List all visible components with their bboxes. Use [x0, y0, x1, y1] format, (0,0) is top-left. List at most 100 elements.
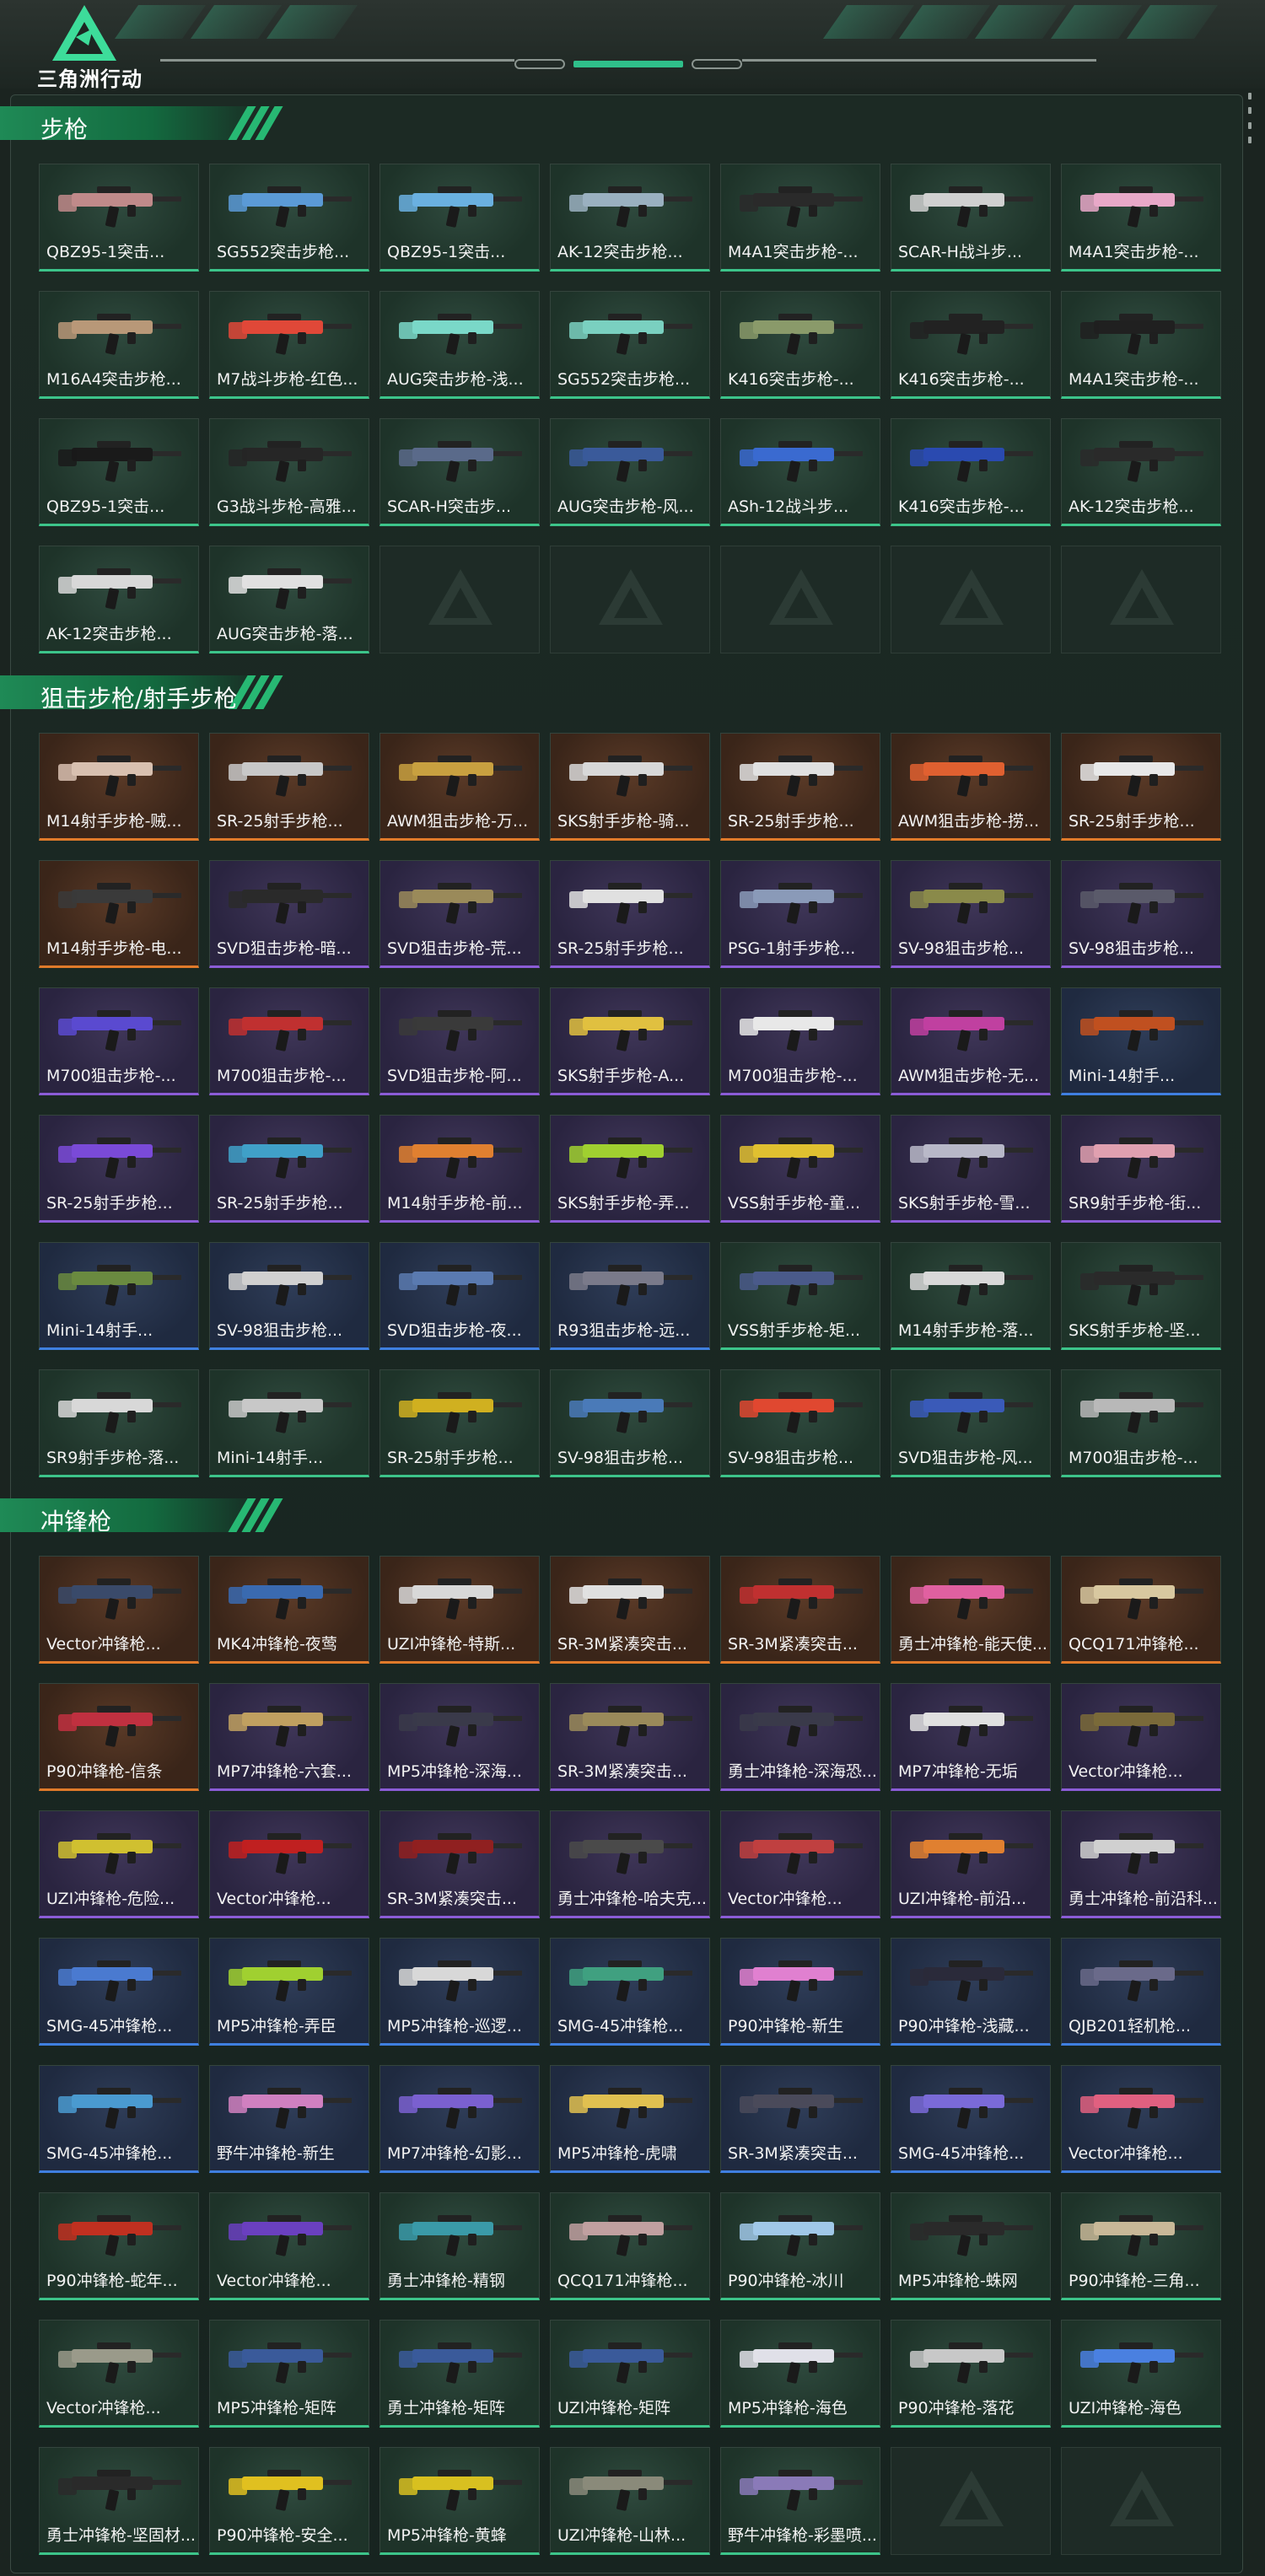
weapon-skin-card[interactable]: SKS射手步枪-A... — [550, 987, 710, 1095]
weapon-skin-card[interactable]: ASh-12战斗步... — [720, 418, 880, 526]
weapon-skin-card[interactable]: 勇士冲锋枪-矩阵 — [380, 2320, 540, 2428]
weapon-skin-card[interactable]: SR-3M紧凑突击... — [380, 1810, 540, 1918]
weapon-skin-card[interactable]: P90冲锋枪-安全... — [209, 2447, 369, 2555]
weapon-skin-card[interactable]: UZI冲锋枪-矩阵 — [550, 2320, 710, 2428]
weapon-skin-card[interactable]: SR-25射手步枪... — [209, 1115, 369, 1223]
weapon-skin-card[interactable]: SR-3M紧凑突击... — [720, 1556, 880, 1664]
weapon-skin-card[interactable]: Mini-14射手... — [39, 1242, 199, 1350]
weapon-skin-card[interactable]: G3战斗步枪-高雅... — [209, 418, 369, 526]
weapon-skin-card[interactable]: MP7冲锋枪-六套... — [209, 1683, 369, 1791]
weapon-skin-card[interactable]: UZI冲锋枪-前沿... — [891, 1810, 1051, 1918]
weapon-skin-card[interactable]: AUG突击步枪-浅... — [380, 291, 540, 399]
weapon-skin-card[interactable]: SG552突击步枪... — [209, 164, 369, 272]
weapon-skin-card[interactable]: QCQ171冲锋枪... — [1061, 1556, 1221, 1664]
weapon-skin-card[interactable]: AK-12突击步枪... — [550, 164, 710, 272]
weapon-skin-card[interactable]: SV-98狙击步枪... — [1061, 860, 1221, 968]
weapon-skin-card[interactable]: SR-25射手步枪... — [209, 733, 369, 841]
weapon-skin-card[interactable]: AWM狙击步枪-无... — [891, 987, 1051, 1095]
weapon-skin-card[interactable]: Vector冲锋枪... — [39, 1556, 199, 1664]
weapon-skin-card[interactable]: K416突击步枪-... — [891, 418, 1051, 526]
weapon-skin-card[interactable]: SG552突击步枪... — [550, 291, 710, 399]
weapon-skin-card[interactable]: M7战斗步枪-红色... — [209, 291, 369, 399]
weapon-skin-card[interactable]: R93狙击步枪-远... — [550, 1242, 710, 1350]
weapon-skin-card[interactable]: SKS射手步枪-骑... — [550, 733, 710, 841]
weapon-skin-card[interactable]: SCAR-H突击步... — [380, 418, 540, 526]
weapon-skin-card[interactable]: SMG-45冲锋枪... — [550, 1938, 710, 2046]
weapon-skin-card[interactable]: SKS射手步枪-坚... — [1061, 1242, 1221, 1350]
weapon-skin-card[interactable]: VSS射手步枪-童... — [720, 1115, 880, 1223]
weapon-skin-card[interactable]: AWM狙击步枪-捞... — [891, 733, 1051, 841]
weapon-skin-card[interactable]: MP7冲锋枪-幻影... — [380, 2065, 540, 2173]
weapon-skin-card[interactable]: Vector冲锋枪... — [209, 2192, 369, 2300]
weapon-skin-card[interactable]: MP5冲锋枪-海色 — [720, 2320, 880, 2428]
weapon-skin-card[interactable]: 野牛冲锋枪-新生 — [209, 2065, 369, 2173]
weapon-skin-card[interactable]: UZI冲锋枪-海色 — [1061, 2320, 1221, 2428]
weapon-skin-card[interactable]: SV-98狙击步枪... — [720, 1369, 880, 1477]
weapon-skin-card[interactable]: AUG突击步枪-风... — [550, 418, 710, 526]
weapon-skin-card[interactable]: MP7冲锋枪-无垢 — [891, 1683, 1051, 1791]
weapon-skin-card[interactable]: SR-3M紧凑突击... — [550, 1683, 710, 1791]
weapon-skin-card[interactable]: SVD狙击步枪-风... — [891, 1369, 1051, 1477]
weapon-skin-card[interactable]: 勇士冲锋枪-能天使... — [891, 1556, 1051, 1664]
weapon-skin-card[interactable]: SKS射手步枪-雪... — [891, 1115, 1051, 1223]
weapon-skin-card[interactable]: M14射手步枪-贼... — [39, 733, 199, 841]
weapon-skin-card[interactable]: UZI冲锋枪-山林... — [550, 2447, 710, 2555]
weapon-skin-card[interactable]: P90冲锋枪-蛇年... — [39, 2192, 199, 2300]
weapon-skin-card[interactable]: SVD狙击步枪-暗... — [209, 860, 369, 968]
weapon-skin-card[interactable]: SKS射手步枪-弄... — [550, 1115, 710, 1223]
weapon-skin-card[interactable]: Vector冲锋枪... — [39, 2320, 199, 2428]
weapon-skin-card[interactable]: M4A1突击步枪-... — [1061, 164, 1221, 272]
weapon-skin-card[interactable]: MP5冲锋枪-虎啸 — [550, 2065, 710, 2173]
weapon-skin-card[interactable]: SR-25射手步枪... — [550, 860, 710, 968]
weapon-skin-card[interactable]: M14射手步枪-前... — [380, 1115, 540, 1223]
weapon-skin-card[interactable]: Vector冲锋枪... — [209, 1810, 369, 1918]
weapon-skin-card[interactable]: P90冲锋枪-冰川 — [720, 2192, 880, 2300]
weapon-skin-card[interactable]: QJB201轻机枪... — [1061, 1938, 1221, 2046]
weapon-skin-card[interactable]: MP5冲锋枪-弄臣 — [209, 1938, 369, 2046]
weapon-skin-card[interactable]: MK4冲锋枪-夜莺 — [209, 1556, 369, 1664]
weapon-skin-card[interactable]: M4A1突击步枪-... — [720, 164, 880, 272]
weapon-skin-card[interactable]: VSS射手步枪-矩... — [720, 1242, 880, 1350]
weapon-skin-card[interactable]: M14射手步枪-电... — [39, 860, 199, 968]
weapon-skin-card[interactable]: SVD狙击步枪-夜... — [380, 1242, 540, 1350]
weapon-skin-card[interactable]: SR9射手步枪-街... — [1061, 1115, 1221, 1223]
weapon-skin-card[interactable]: SV-98狙击步枪... — [891, 860, 1051, 968]
weapon-skin-card[interactable]: MP5冲锋枪-巡逻... — [380, 1938, 540, 2046]
weapon-skin-card[interactable]: QBZ95-1突击... — [39, 418, 199, 526]
weapon-skin-card[interactable]: SMG-45冲锋枪... — [39, 2065, 199, 2173]
weapon-skin-card[interactable]: SMG-45冲锋枪... — [39, 1938, 199, 2046]
weapon-skin-card[interactable]: K416突击步枪-... — [720, 291, 880, 399]
weapon-skin-card[interactable]: AWM狙击步枪-万... — [380, 733, 540, 841]
weapon-skin-card[interactable]: Vector冲锋枪... — [1061, 1683, 1221, 1791]
scrollbar[interactable] — [1248, 93, 1253, 143]
weapon-skin-card[interactable]: 勇士冲锋枪-深海恐... — [720, 1683, 880, 1791]
weapon-skin-card[interactable]: M700狙击步枪-... — [39, 987, 199, 1095]
weapon-skin-card[interactable]: MP5冲锋枪-矩阵 — [209, 2320, 369, 2428]
weapon-skin-card[interactable]: Vector冲锋枪... — [720, 1810, 880, 1918]
weapon-skin-card[interactable]: PSG-1射手步枪... — [720, 860, 880, 968]
weapon-skin-card[interactable]: Mini-14射手... — [1061, 987, 1221, 1095]
weapon-skin-card[interactable]: M16A4突击步枪... — [39, 291, 199, 399]
weapon-skin-card[interactable]: QBZ95-1突击... — [39, 164, 199, 272]
weapon-skin-card[interactable]: MP5冲锋枪-黄蜂 — [380, 2447, 540, 2555]
weapon-skin-card[interactable]: AUG突击步枪-落... — [209, 546, 369, 653]
weapon-skin-card[interactable]: 勇士冲锋枪-哈夫克... — [550, 1810, 710, 1918]
weapon-skin-card[interactable]: P90冲锋枪-新生 — [720, 1938, 880, 2046]
weapon-skin-card[interactable]: 勇士冲锋枪-坚固材... — [39, 2447, 199, 2555]
weapon-skin-card[interactable]: SV-98狙击步枪... — [550, 1369, 710, 1477]
weapon-skin-card[interactable]: 勇士冲锋枪-精钢 — [380, 2192, 540, 2300]
weapon-skin-card[interactable]: M700狙击步枪-... — [1061, 1369, 1221, 1477]
weapon-skin-card[interactable]: M700狙击步枪-... — [209, 987, 369, 1095]
weapon-skin-card[interactable]: 野牛冲锋枪-彩墨喷... — [720, 2447, 880, 2555]
weapon-skin-card[interactable]: SR-3M紧凑突击... — [720, 2065, 880, 2173]
weapon-skin-card[interactable]: SVD狙击步枪-阿... — [380, 987, 540, 1095]
weapon-skin-card[interactable]: QBZ95-1突击... — [380, 164, 540, 272]
weapon-skin-card[interactable]: SMG-45冲锋枪... — [891, 2065, 1051, 2173]
weapon-skin-card[interactable]: SR-25射手步枪... — [1061, 733, 1221, 841]
weapon-skin-card[interactable]: SR9射手步枪-落... — [39, 1369, 199, 1477]
weapon-skin-card[interactable]: AK-12突击步枪... — [1061, 418, 1221, 526]
weapon-skin-card[interactable]: UZI冲锋枪-危险... — [39, 1810, 199, 1918]
weapon-skin-card[interactable]: MP5冲锋枪-蛛网 — [891, 2192, 1051, 2300]
weapon-skin-card[interactable]: P90冲锋枪-信条 — [39, 1683, 199, 1791]
weapon-skin-card[interactable]: QCQ171冲锋枪... — [550, 2192, 710, 2300]
